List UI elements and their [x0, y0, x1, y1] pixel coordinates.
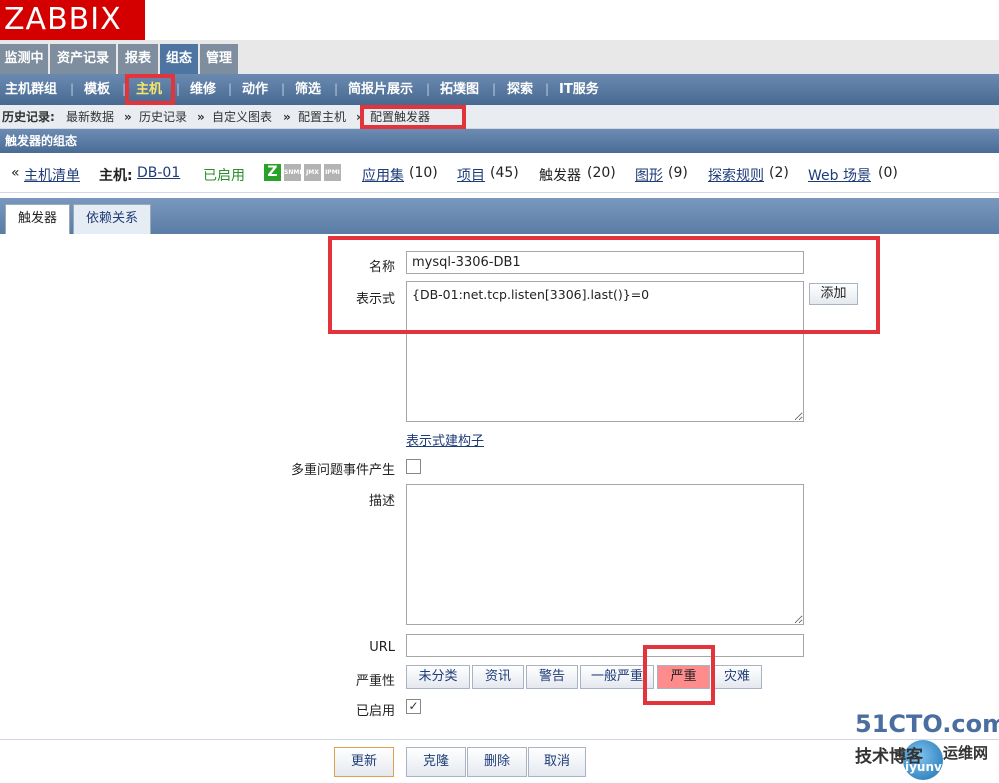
- delete-button[interactable]: 删除: [467, 747, 527, 777]
- items-count: (45): [490, 165, 519, 181]
- description-label: 描述: [368, 494, 395, 509]
- submenu-hosts[interactable]: 主机: [136, 74, 162, 105]
- separator: |: [492, 82, 497, 96]
- submenu-host-groups[interactable]: 主机群组: [5, 74, 57, 105]
- multiple-events-label: 多重问题事件产生: [290, 463, 395, 478]
- tab-dependencies[interactable]: 依赖关系: [73, 204, 151, 234]
- main-menu-inventory[interactable]: 资产记录: [50, 44, 116, 74]
- watermark: 51CTO.com 技术博客 iyunv.com 运维网: [855, 710, 999, 780]
- update-button[interactable]: 更新: [334, 747, 394, 777]
- submenu-actions[interactable]: 动作: [242, 74, 268, 105]
- clone-button[interactable]: 克隆: [406, 747, 466, 777]
- breadcrumb-configure-trigger: 配置触发器: [370, 110, 431, 124]
- divider: [0, 739, 999, 740]
- breadcrumb-history[interactable]: 历史记录: [139, 105, 187, 129]
- items-link[interactable]: 项目: [457, 165, 485, 185]
- breadcrumb-arrow-icon: »: [124, 110, 132, 124]
- web-scenarios-link[interactable]: Web 场景: [808, 165, 871, 185]
- enabled-checkbox[interactable]: ✓: [406, 699, 421, 714]
- sub-menu: 主机群组 | 模板 | 主机 | 维修 | 动作 | 筛选 | 简报片展示 | …: [0, 74, 999, 105]
- description-textarea[interactable]: [406, 484, 804, 625]
- ipmi-icon: IPMI: [324, 164, 341, 181]
- graphs-count: (9): [668, 165, 688, 181]
- expression-textarea[interactable]: {DB-01:net.tcp.listen[3306].last()}=0: [406, 281, 804, 422]
- main-menu-monitoring[interactable]: 监测中: [0, 44, 48, 74]
- severity-warning-button[interactable]: 警告: [526, 665, 578, 689]
- discovery-rules-count: (2): [769, 165, 789, 181]
- host-name-link[interactable]: DB-01: [137, 165, 180, 181]
- triggers-count: (20): [587, 165, 616, 181]
- watermark-51cto: 51CTO.com: [855, 710, 999, 738]
- submenu-slides[interactable]: 简报片展示: [348, 74, 413, 105]
- back-chevron-icon: «: [11, 165, 20, 181]
- url-label: URL: [369, 640, 395, 655]
- separator: |: [228, 82, 233, 96]
- expression-builder-link[interactable]: 表示式建构子: [406, 430, 484, 449]
- host-list-link[interactable]: 主机清单: [24, 165, 80, 185]
- web-scenarios-count: (0): [878, 165, 898, 181]
- severity-information-button[interactable]: 资讯: [472, 665, 524, 689]
- enabled-label: 已启用: [355, 704, 395, 719]
- host-navigation: « 主机清单 主机: DB-01 已启用 应用集 (10) 项目 (45) 触发…: [0, 153, 999, 193]
- name-input[interactable]: [406, 251, 804, 274]
- separator: |: [176, 82, 181, 96]
- breadcrumb-arrow-icon: ›: [356, 110, 361, 124]
- breadcrumb-configure-host[interactable]: 配置主机: [298, 105, 346, 129]
- snmp-icon: SNMP: [284, 164, 304, 181]
- severity-disaster-button[interactable]: 灾难: [712, 665, 762, 689]
- breadcrumb-latest-data[interactable]: 最新数据: [66, 105, 114, 129]
- triggers-label: 触发器: [539, 168, 581, 184]
- submenu-templates[interactable]: 模板: [84, 74, 110, 105]
- url-input[interactable]: [406, 634, 804, 657]
- add-expression-button[interactable]: 添加: [809, 283, 858, 305]
- severity-high-button[interactable]: 严重: [657, 665, 710, 689]
- zabbix-logo[interactable]: ZABBIX: [0, 0, 145, 40]
- separator: |: [545, 82, 550, 96]
- header: ZABBIX: [0, 0, 999, 40]
- watermark-yunwei: 运维网: [943, 744, 989, 762]
- separator: |: [122, 82, 127, 96]
- main-menu-reports[interactable]: 报表: [118, 44, 158, 74]
- separator: |: [70, 82, 75, 96]
- submenu-it-services[interactable]: IT服务: [559, 74, 599, 105]
- submenu-discovery[interactable]: 探索: [507, 74, 533, 105]
- discovery-rules-link[interactable]: 探索规则: [708, 165, 764, 185]
- jmx-icon: JMX: [304, 164, 321, 181]
- separator: |: [281, 82, 286, 96]
- host-status[interactable]: 已启用: [203, 165, 245, 185]
- submenu-maintenance[interactable]: 维修: [190, 74, 216, 105]
- severity-not-classified-button[interactable]: 未分类: [406, 665, 470, 689]
- cancel-button[interactable]: 取消: [528, 747, 586, 777]
- main-menu: 监测中 资产记录 报表 组态 管理: [0, 40, 999, 74]
- host-label: 主机:: [99, 168, 133, 184]
- separator: |: [334, 82, 339, 96]
- zabbix-agent-icon: Z: [264, 164, 281, 181]
- section-title: 触发器的组态: [0, 129, 999, 153]
- severity-average-button[interactable]: 一般严重: [580, 665, 654, 689]
- breadcrumb-label: 历史记录:: [2, 110, 55, 124]
- separator: |: [426, 82, 431, 96]
- expression-label: 表示式: [355, 292, 395, 307]
- applications-count: (10): [409, 165, 438, 181]
- submenu-maps[interactable]: 拓墣图: [440, 74, 479, 105]
- breadcrumb: 历史记录: 最新数据 » 历史记录 » 自定义图表 » 配置主机 › 配置触发器: [0, 105, 999, 129]
- form-tabs: 触发器 依赖关系: [0, 198, 999, 234]
- graphs-link[interactable]: 图形: [635, 165, 663, 185]
- name-label: 名称: [368, 260, 395, 275]
- main-menu-configuration[interactable]: 组态: [160, 44, 198, 74]
- breadcrumb-arrow-icon: »: [283, 110, 291, 124]
- applications-link[interactable]: 应用集: [362, 165, 404, 185]
- multiple-events-checkbox[interactable]: [406, 459, 421, 474]
- tab-trigger[interactable]: 触发器: [5, 204, 70, 234]
- breadcrumb-arrow-icon: »: [197, 110, 205, 124]
- severity-label: 严重性: [355, 674, 395, 689]
- submenu-filters[interactable]: 筛选: [295, 74, 321, 105]
- breadcrumb-custom-graphs[interactable]: 自定义图表: [212, 105, 272, 129]
- main-menu-administration[interactable]: 管理: [200, 44, 238, 74]
